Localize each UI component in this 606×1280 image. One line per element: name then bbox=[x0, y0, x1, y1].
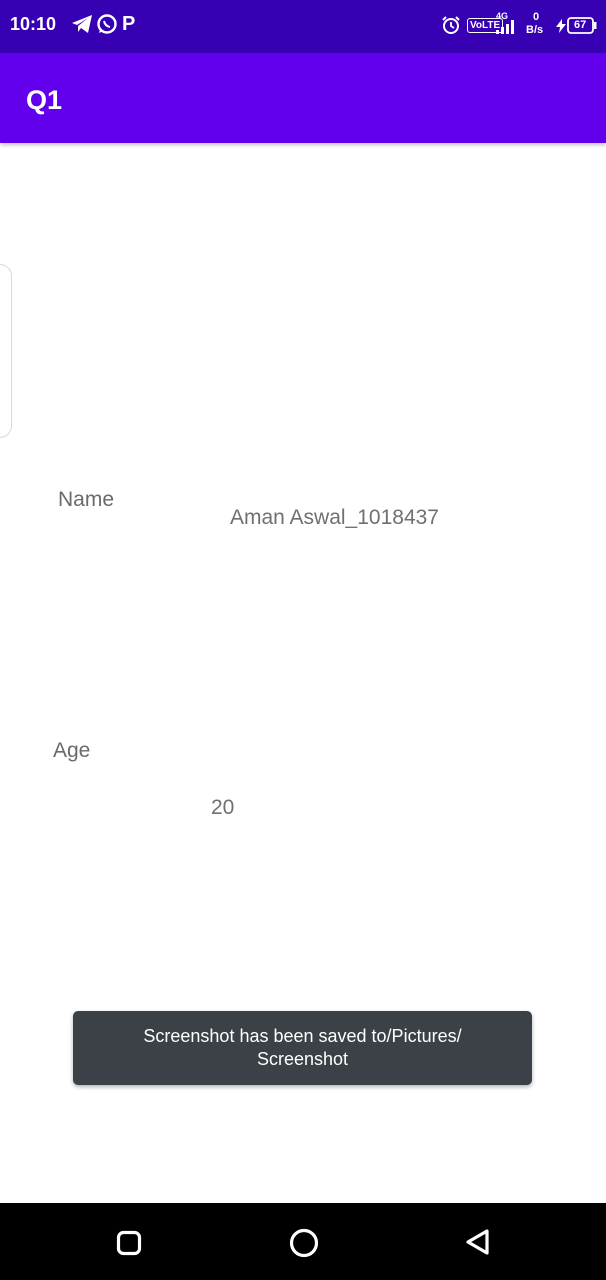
nav-bar bbox=[0, 1203, 606, 1280]
data-rate-value: 0 bbox=[533, 11, 540, 23]
paytm-icon: P bbox=[122, 13, 136, 35]
toast: Screenshot has been saved to/Pictures/ S… bbox=[73, 1011, 532, 1085]
name-label: Name bbox=[58, 488, 115, 511]
page-title: Q1 bbox=[26, 85, 63, 115]
whatsapp-icon bbox=[96, 13, 118, 40]
age-label: Age bbox=[53, 739, 91, 762]
status-bar: 10:10 P VoLTE 4G 0 B/s 67 bbox=[0, 0, 606, 53]
data-rate-unit: B/s bbox=[526, 24, 544, 36]
edge-card bbox=[0, 264, 12, 438]
toast-message: Screenshot has been saved to/Pictures/ S… bbox=[143, 1026, 462, 1069]
age-value: 20 bbox=[211, 796, 235, 819]
home-icon[interactable] bbox=[288, 1227, 320, 1264]
signal-icon bbox=[496, 20, 518, 39]
app-bar: Q1 bbox=[0, 53, 606, 143]
telegram-icon bbox=[70, 13, 94, 40]
recents-icon[interactable] bbox=[116, 1230, 142, 1261]
alarm-icon bbox=[441, 15, 461, 40]
name-value: Aman Aswal_1018437 bbox=[230, 506, 439, 529]
battery-level: 67 bbox=[574, 19, 587, 31]
charging-icon bbox=[555, 19, 567, 38]
back-icon[interactable] bbox=[465, 1228, 491, 1261]
status-time: 10:10 bbox=[10, 14, 57, 34]
